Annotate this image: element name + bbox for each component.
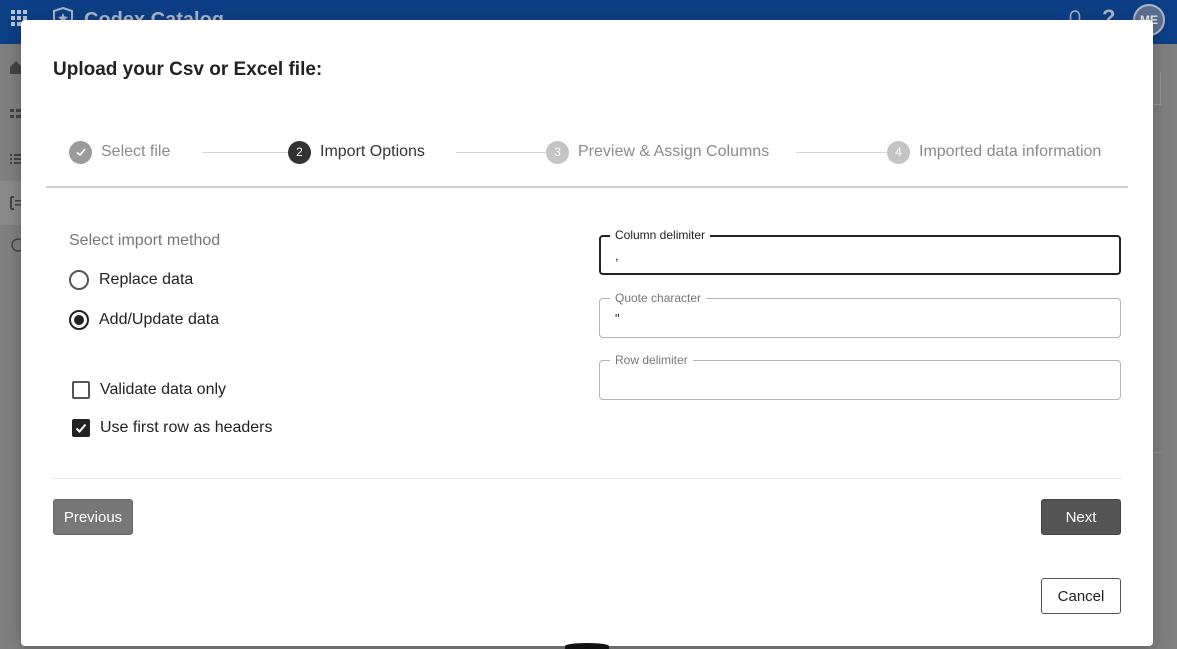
- step-label: Select file: [101, 143, 171, 160]
- row-delimiter-input[interactable]: [615, 373, 1105, 388]
- step-preview-assign-columns: 3 Preview & Assign Columns: [546, 140, 769, 164]
- step-connector: [202, 152, 300, 153]
- row-delimiter-field[interactable]: Row delimiter: [599, 353, 1121, 400]
- import-stepper: Select file 2 Import Options 3 Preview &…: [46, 126, 1128, 188]
- step-label: Preview & Assign Columns: [578, 143, 770, 160]
- radio-label[interactable]: Add/Update data: [99, 311, 219, 329]
- background-shape: [565, 643, 609, 649]
- radio-button[interactable]: [69, 310, 89, 330]
- step-number: 3: [546, 140, 569, 164]
- radio-button[interactable]: [69, 270, 89, 290]
- column-delimiter-input[interactable]: [615, 248, 1105, 263]
- quote-character-input[interactable]: [615, 311, 1105, 326]
- import-method-label: Select import method: [69, 232, 221, 249]
- step-label: Import Options: [320, 143, 425, 160]
- field-label: Quote character: [610, 291, 707, 305]
- step-imported-data-information: 4 Imported data information: [887, 140, 1101, 164]
- checkbox-use-first-row-as-headers[interactable]: Use first row as headers: [72, 419, 273, 437]
- next-button[interactable]: Next: [1041, 499, 1121, 535]
- checkbox-label[interactable]: Validate data only: [100, 381, 226, 399]
- previous-button[interactable]: Previous: [53, 499, 133, 535]
- step-number: 4: [887, 140, 910, 164]
- dialog-title: Upload your Csv or Excel file:: [53, 59, 323, 80]
- checkbox-validate-data-only[interactable]: Validate data only: [72, 381, 226, 399]
- checkbox-label[interactable]: Use first row as headers: [100, 419, 273, 437]
- checkbox[interactable]: [72, 381, 90, 399]
- divider: [53, 478, 1121, 479]
- radio-add-update-data[interactable]: Add/Update data: [69, 310, 219, 330]
- column-delimiter-field[interactable]: Column delimiter: [599, 228, 1121, 275]
- checkmark-icon: [75, 423, 87, 433]
- step-label: Imported data information: [919, 143, 1102, 160]
- background-content-edge: [1153, 44, 1177, 649]
- upload-dialog: Upload your Csv or Excel file: Select fi…: [21, 20, 1153, 646]
- field-label: Row delimiter: [610, 353, 693, 367]
- radio-replace-data[interactable]: Replace data: [69, 270, 193, 290]
- side-nav: [0, 44, 22, 649]
- field-label: Column delimiter: [610, 228, 711, 242]
- step-connector: [456, 152, 558, 153]
- radio-label[interactable]: Replace data: [99, 271, 193, 289]
- step-number: 2: [288, 140, 311, 164]
- step-import-options: 2 Import Options: [288, 140, 425, 164]
- step-select-file: Select file: [69, 140, 170, 164]
- step-check-icon: [69, 140, 92, 164]
- quote-character-field[interactable]: Quote character: [599, 291, 1121, 338]
- cancel-button[interactable]: Cancel: [1041, 578, 1121, 614]
- step-connector: [796, 152, 898, 153]
- checkbox[interactable]: [72, 419, 90, 437]
